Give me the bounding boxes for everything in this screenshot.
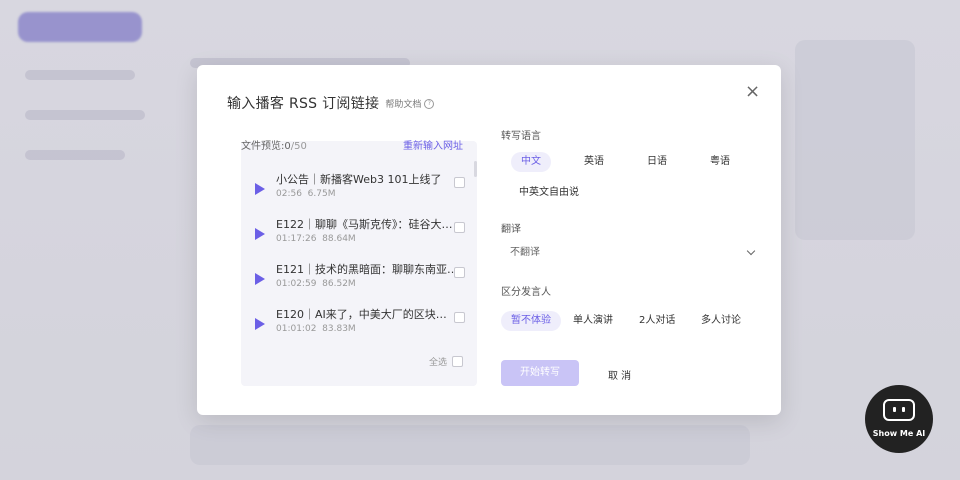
episode-duration: 01:02:59 (276, 279, 317, 289)
preview-label: 文件预览: (241, 141, 285, 152)
play-icon[interactable] (255, 228, 265, 240)
episode-checkbox[interactable] (454, 222, 465, 233)
episode-checkbox[interactable] (454, 177, 465, 188)
play-icon[interactable] (255, 273, 265, 285)
select-all[interactable]: 全选 (429, 355, 463, 368)
episode-duration: 01:17:26 (276, 234, 317, 244)
preview-header: 文件预览:0/50 重新输入网址 (241, 137, 463, 152)
chevron-down-icon[interactable] (746, 246, 756, 256)
show-me-ai-badge[interactable]: Show Me AI (865, 385, 933, 453)
translate-value[interactable]: 不翻译 (510, 247, 540, 258)
episode-item[interactable]: E122｜聊聊《马斯克传》：硅谷大… 01:17:26 88.64M (241, 216, 465, 260)
cancel-button[interactable]: 取 消 (608, 367, 631, 382)
preview-total-count: /50 (290, 141, 307, 152)
speaker-option-none[interactable]: 暂不体验 (501, 311, 561, 331)
select-all-checkbox[interactable] (452, 356, 463, 367)
episode-item[interactable]: 小公告｜新播客Web3 101上线了 02:56 6.75M (241, 171, 465, 215)
speaker-option-multi[interactable]: 多人讨论 (691, 311, 751, 331)
dialog-header: 输入播客 RSS 订阅链接 帮助文档 ? (227, 93, 435, 113)
episode-checkbox[interactable] (454, 312, 465, 323)
episode-title: 小公告｜新播客Web3 101上线了 (276, 173, 442, 186)
scrollbar-thumb[interactable] (474, 161, 477, 177)
play-icon[interactable] (255, 183, 265, 195)
episode-size: 83.83M (322, 324, 356, 334)
file-preview-panel: 文件预览:0/50 重新输入网址 小公告｜新播客Web3 101上线了 02:5… (241, 141, 477, 386)
dialog-title: 输入播客 RSS 订阅链接 (227, 96, 380, 112)
episode-meta: 01:17:26 88.64M (276, 234, 356, 244)
lang-option-chinese[interactable]: 中文 (511, 152, 551, 172)
episode-title: E120｜AI来了，中美大厂的区块… (276, 308, 447, 321)
episode-meta: 01:01:02 83.83M (276, 324, 356, 334)
select-all-label[interactable]: 全选 (429, 355, 447, 368)
start-transcribe-button[interactable]: 开始转写 (501, 360, 579, 386)
translate-label: 翻译 (501, 224, 521, 235)
play-icon[interactable] (255, 318, 265, 330)
episode-duration: 02:56 (276, 189, 302, 199)
episode-size: 6.75M (307, 189, 336, 199)
badge-label[interactable]: Show Me AI (865, 429, 933, 438)
reinput-url-link[interactable]: 重新输入网址 (403, 137, 463, 152)
speaker-option-two[interactable]: 2人对话 (629, 311, 685, 331)
episode-item[interactable]: E121｜技术的黑暗面：聊聊东南亚… 01:02:59 86.52M (241, 261, 465, 305)
episode-duration: 01:01:02 (276, 324, 317, 334)
episode-item[interactable]: E120｜AI来了，中美大厂的区块… 01:01:02 83.83M (241, 306, 465, 350)
translate-select[interactable]: 不翻译 (501, 241, 756, 265)
lang-option-cantonese[interactable]: 粤语 (700, 152, 740, 172)
transcribe-language-label: 转写语言 (501, 131, 541, 142)
lang-option-mixed[interactable]: 中英文自由说 (509, 183, 589, 203)
speaker-label: 区分发言人 (501, 287, 551, 298)
question-circle-icon[interactable]: ? (424, 98, 435, 109)
episode-meta: 02:56 6.75M (276, 189, 335, 199)
episode-meta: 01:02:59 86.52M (276, 279, 356, 289)
episode-title: E122｜聊聊《马斯克传》：硅谷大… (276, 218, 453, 231)
help-link[interactable]: 帮助文档 ? (385, 97, 435, 110)
episode-title: E121｜技术的黑暗面：聊聊东南亚… (276, 263, 458, 276)
episode-size: 88.64M (322, 234, 356, 244)
rss-dialog: 输入播客 RSS 订阅链接 帮助文档 ? × 文件预览:0/50 重新输入网址 … (197, 65, 781, 415)
preview-counter: 文件预览:0/50 (241, 137, 307, 152)
episode-size: 86.52M (322, 279, 356, 289)
speaker-option-single[interactable]: 单人演讲 (563, 311, 623, 331)
help-label[interactable]: 帮助文档 (385, 97, 421, 110)
robot-icon[interactable] (883, 399, 915, 421)
lang-option-japanese[interactable]: 日语 (637, 152, 677, 172)
episode-checkbox[interactable] (454, 267, 465, 278)
close-icon[interactable]: × (745, 83, 760, 101)
lang-option-english[interactable]: 英语 (574, 152, 614, 172)
